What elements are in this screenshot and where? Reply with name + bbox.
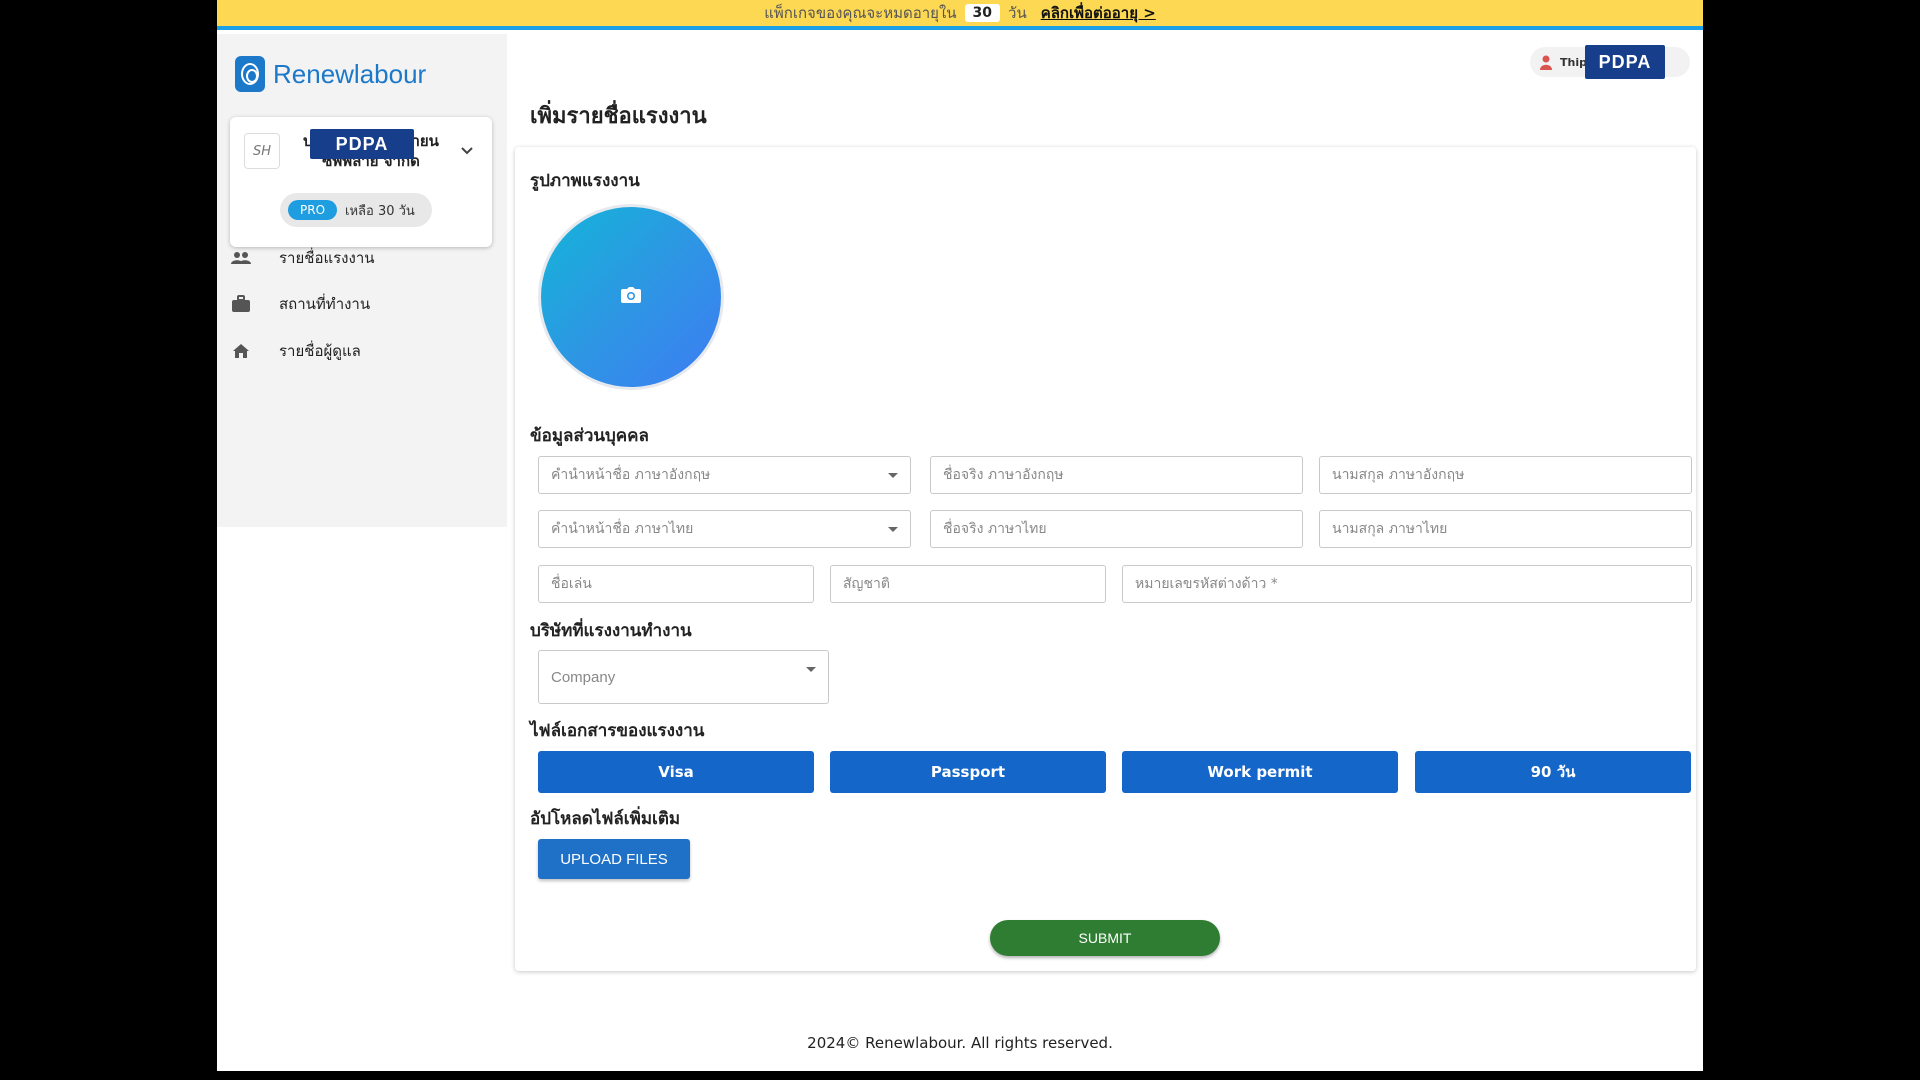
- upload-section-label: อัปโหลดไฟล์เพิ่มเติม: [530, 809, 681, 829]
- firstname-th-placeholder: ชื่อจริง ภาษาไทย: [943, 521, 1047, 537]
- expiry-banner: แพ็กเกจของคุณจะหมดอายุใน 30 วัน คลิกเพื่…: [217, 0, 1703, 30]
- company-switcher[interactable]: SH บริษัท ทีเอส อัลลายน ซัพพลาย จำกัด PD…: [230, 117, 492, 247]
- company-placeholder: Company: [551, 668, 616, 686]
- company-avatar: SH: [244, 133, 280, 169]
- firstname-en-input[interactable]: ชื่อจริง ภาษาอังกฤษ: [930, 456, 1303, 494]
- lastname-th-placeholder: นามสกุล ภาษาไทย: [1332, 521, 1448, 537]
- prefix-en-placeholder: คำนำหน้าชื่อ ภาษาอังกฤษ: [551, 467, 711, 483]
- photo-section-label: รูปภาพแรงงาน: [530, 171, 640, 191]
- logo-text: Renewlabour: [273, 58, 427, 89]
- briefcase-icon: [231, 294, 251, 314]
- nickname-input[interactable]: ชื่อเล่น: [538, 565, 814, 603]
- plan-remaining: เหลือ 30 วัน: [345, 203, 415, 219]
- visa-button[interactable]: Visa: [538, 751, 814, 793]
- banner-unit: วัน: [1008, 4, 1027, 22]
- company-select[interactable]: Company: [538, 650, 829, 704]
- camera-icon: [621, 287, 641, 307]
- submit-button[interactable]: SUBMIT: [990, 920, 1220, 956]
- ninety-day-button[interactable]: 90 วัน: [1415, 751, 1691, 793]
- lastname-th-input[interactable]: นามสกุล ภาษาไทย: [1319, 510, 1692, 548]
- firstname-th-input[interactable]: ชื่อจริง ภาษาไทย: [930, 510, 1303, 548]
- banner-days: 30: [964, 4, 1001, 22]
- alien-id-input[interactable]: หมายเลขรหัสต่างด้าว *: [1122, 565, 1692, 603]
- fingerprint-logo-icon: [235, 56, 265, 92]
- renew-link[interactable]: คลิกเพื่อต่ออายุ >: [1041, 1, 1156, 25]
- nationality-input[interactable]: สัญชาติ: [830, 565, 1106, 603]
- pdpa-badge: PDPA: [310, 129, 414, 159]
- app-frame: แพ็กเกจของคุณจะหมดอายุใน 30 วัน คลิกเพื่…: [217, 0, 1703, 1071]
- sidebar-item-workplaces[interactable]: สถานที่ทำงาน: [231, 292, 370, 316]
- lastname-en-input[interactable]: นามสกุล ภาษาอังกฤษ: [1319, 456, 1692, 494]
- sidebar-item-workers[interactable]: รายชื่อแรงงาน: [231, 246, 375, 270]
- company-section-label: บริษัทที่แรงงานทำงาน: [530, 621, 692, 641]
- chevron-down-icon[interactable]: [460, 141, 474, 160]
- sidebar-item-label: สถานที่ทำงาน: [279, 295, 371, 313]
- nickname-placeholder: ชื่อเล่น: [551, 576, 592, 592]
- sidebar-item-label: รายชื่อผู้ดูแล: [279, 342, 361, 360]
- plan-status: PRO เหลือ 30 วัน: [280, 193, 432, 227]
- work-permit-button[interactable]: Work permit: [1122, 751, 1398, 793]
- worker-form: รูปภาพแรงงาน ข้อมูลส่วนบุคคล คำนำหน้าชื่…: [515, 147, 1696, 971]
- sidebar: Renewlabour SH บริษัท ทีเอส อัลลายน ซัพพ…: [217, 34, 507, 527]
- sidebar-item-label: รายชื่อแรงงาน: [279, 249, 375, 267]
- firstname-en-placeholder: ชื่อจริง ภาษาอังกฤษ: [943, 467, 1064, 483]
- user-avatar-icon: [1538, 54, 1554, 70]
- upload-files-button[interactable]: UPLOAD FILES: [538, 839, 690, 879]
- page-title: เพิ่มรายชื่อแรงงาน: [530, 104, 707, 129]
- photo-upload[interactable]: [538, 204, 724, 390]
- pro-badge: PRO: [288, 200, 338, 220]
- people-icon: [231, 248, 251, 268]
- prefix-en-select[interactable]: คำนำหน้าชื่อ ภาษาอังกฤษ: [538, 456, 911, 494]
- prefix-th-select[interactable]: คำนำหน้าชื่อ ภาษาไทย: [538, 510, 911, 548]
- sidebar-item-supervisors[interactable]: รายชื่อผู้ดูแล: [231, 339, 361, 363]
- pdpa-badge-header: PDPA: [1585, 45, 1665, 79]
- passport-button[interactable]: Passport: [830, 751, 1106, 793]
- logo[interactable]: Renewlabour: [235, 56, 426, 92]
- banner-text: แพ็กเกจของคุณจะหมดอายุใน: [764, 4, 957, 22]
- docs-section-label: ไฟล์เอกสารของแรงงาน: [530, 721, 705, 741]
- prefix-th-placeholder: คำนำหน้าชื่อ ภาษาไทย: [551, 521, 694, 537]
- lastname-en-placeholder: นามสกุล ภาษาอังกฤษ: [1332, 467, 1465, 483]
- personal-section-label: ข้อมูลส่วนบุคคล: [530, 426, 649, 446]
- nationality-placeholder: สัญชาติ: [843, 576, 890, 592]
- alien-id-placeholder: หมายเลขรหัสต่างด้าว *: [1135, 576, 1278, 592]
- footer-copyright: 2024© Renewlabour. All rights reserved.: [807, 1034, 1113, 1052]
- home-icon: [231, 341, 251, 361]
